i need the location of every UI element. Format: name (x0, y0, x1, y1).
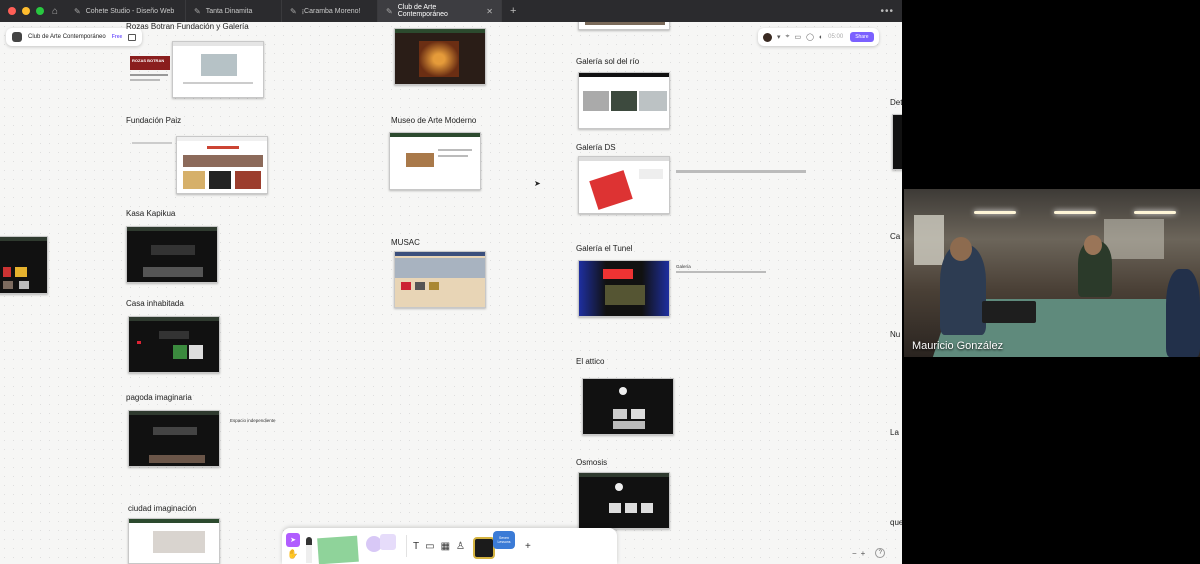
select-tool-icon[interactable]: ➤ (286, 532, 300, 547)
text-tool-icon[interactable]: T (413, 541, 419, 552)
card-thumbnail[interactable]: ROZAS BOTRAN (128, 52, 172, 98)
card-thumbnail[interactable] (176, 136, 268, 194)
timer-icon[interactable]: ◐ (819, 34, 823, 41)
label-el-attico: El attico (576, 357, 605, 366)
card-thumbnail[interactable] (128, 316, 220, 373)
note-pagoda: Espacio independiente (230, 418, 276, 423)
whiteboard-canvas[interactable]: Club de Arte Contemporáneo Free ▾ ⌖ ▭ ◯ … (0, 22, 902, 564)
label-partial-que: que (890, 518, 902, 527)
minimize-window-button[interactable] (22, 7, 30, 15)
card-thumbnail[interactable] (892, 114, 902, 170)
label-ciudad-imaginacion: ciudad imaginación (128, 504, 197, 513)
note-ds-text-line (676, 170, 806, 173)
card-thumbnail[interactable] (126, 226, 218, 283)
tab-caramba[interactable]: ✎ ¡Caramba Moreno! (282, 0, 378, 22)
label-casa-inhabitada: Casa inhabitada (126, 299, 184, 308)
new-tab-button[interactable]: + (502, 5, 524, 17)
label-osmosis: Osmosis (576, 458, 608, 467)
share-button[interactable]: Share (850, 32, 874, 42)
label-partial-la: La (890, 428, 899, 437)
label-partial-nu: Nu (890, 330, 901, 339)
file-menu[interactable]: Club de Arte Contemporáneo Free (6, 28, 143, 46)
plan-badge: Free (111, 34, 123, 40)
zoom-out-button[interactable]: − (852, 549, 857, 558)
participant-name: Mauricio González (912, 340, 1004, 352)
tool-group: ➤ ✋ (286, 532, 300, 560)
label-galeria-sol-del-rio: Galería sol del río (576, 57, 640, 66)
close-tab-icon[interactable]: ✕ (486, 7, 493, 16)
sticky-note-tool-icon[interactable] (317, 535, 359, 564)
hand-tool-icon[interactable]: ✋ (286, 549, 300, 560)
file-icon: ✎ (194, 6, 201, 16)
label-partial-det: Det (890, 98, 902, 107)
label-museo-arte-moderno: Museo de Arte Moderno (391, 116, 477, 125)
pen-tool-icon[interactable] (306, 537, 312, 563)
creation-toolbar: ➤ ✋ T ▭ ▦ ♙ Seven Lessons + (282, 528, 617, 564)
card-thumbnail[interactable] (172, 41, 264, 98)
card-thumbnail[interactable] (128, 410, 220, 467)
tab-cohete[interactable]: ✎ Cohete Studio - Diseño Web (66, 0, 186, 22)
section-tool-icon[interactable]: ▭ (425, 541, 434, 552)
label-pagoda-imaginaria: pagoda imaginaria (126, 393, 192, 402)
file-name: Club de Arte Contemporáneo (28, 34, 106, 40)
stamp-tool-icon[interactable]: ♙ (456, 541, 465, 552)
zoom-controls: − + ? (852, 546, 886, 560)
participant-video[interactable]: Mauricio González (904, 189, 1200, 357)
maximize-window-button[interactable] (36, 7, 44, 15)
card-thumbnail[interactable] (128, 518, 220, 564)
panel-toggle-icon[interactable] (128, 33, 137, 41)
card-thumbnail[interactable] (389, 132, 481, 190)
app-logo-icon (12, 32, 22, 42)
toolbar-divider (406, 535, 407, 557)
window-controls (0, 7, 44, 15)
stickers-tool-icon[interactable]: Seven Lessons (471, 531, 519, 561)
card-thumbnail[interactable] (578, 22, 670, 30)
file-icon: ✎ (74, 6, 81, 16)
present-icon[interactable]: ▭ (794, 33, 801, 41)
rozas-logo: ROZAS BOTRAN (130, 56, 170, 70)
close-window-button[interactable] (8, 7, 16, 15)
file-icon: ✎ (386, 6, 393, 16)
label-musac: MUSAC (391, 238, 420, 247)
more-options-button[interactable]: ••• (880, 6, 902, 17)
label-partial-ca: Ca (890, 232, 901, 241)
card-thumbnail[interactable] (578, 472, 670, 529)
help-button[interactable]: ? (875, 548, 886, 558)
card-thumbnail[interactable] (0, 236, 48, 294)
shapes-tool-icon[interactable] (364, 532, 400, 560)
file-icon: ✎ (290, 6, 297, 16)
home-icon[interactable]: ⌂ (44, 6, 66, 17)
tab-tanta[interactable]: ✎ Tanta Dinamita (186, 0, 282, 22)
table-tool-icon[interactable]: ▦ (441, 541, 450, 552)
mouse-cursor-icon: ➤ (534, 179, 541, 188)
label-galeria-ds: Galería DS (576, 143, 616, 152)
chevron-down-icon[interactable]: ▾ (777, 33, 781, 41)
card-thumbnail[interactable] (578, 72, 670, 129)
card-thumbnail[interactable] (578, 260, 670, 317)
note-tunel-text-line (676, 271, 766, 273)
app-root: ⌂ ✎ Cohete Studio - Diseño Web ✎ Tanta D… (0, 0, 1200, 564)
card-thumbnail[interactable] (394, 28, 486, 85)
browser-tab-bar: ⌂ ✎ Cohete Studio - Diseño Web ✎ Tanta D… (0, 0, 902, 22)
label-kasa-kapikua: Kasa Kapikua (126, 209, 176, 218)
tab-club-arte[interactable]: ✎ Club de Arte Contemporáneo ✕ (378, 0, 502, 22)
label-galeria-el-tunel: Galería el Tunel (576, 244, 633, 253)
card-thumbnail[interactable] (394, 251, 486, 308)
cursor-hide-icon[interactable]: ⌖ (786, 33, 790, 41)
sticker-label: Seven Lessons (492, 531, 515, 549)
label-rozas-botran: Rozas Botran Fundación y Galería (126, 22, 249, 31)
collaboration-toolbar: ▾ ⌖ ▭ ◯ ◐ 05:00 Share (758, 28, 879, 46)
label-fundacion-paiz: Fundación Paiz (126, 116, 182, 125)
note-tunel: Galería (676, 264, 691, 269)
avatar[interactable] (763, 32, 772, 42)
card-thumbnail[interactable] (582, 378, 674, 435)
zoom-in-button[interactable]: + (861, 549, 866, 558)
timer-value: 05:00 (828, 34, 844, 40)
comment-icon[interactable]: ◯ (806, 33, 814, 41)
add-tool-button[interactable]: + (525, 541, 531, 552)
card-thumbnail[interactable] (578, 156, 670, 214)
